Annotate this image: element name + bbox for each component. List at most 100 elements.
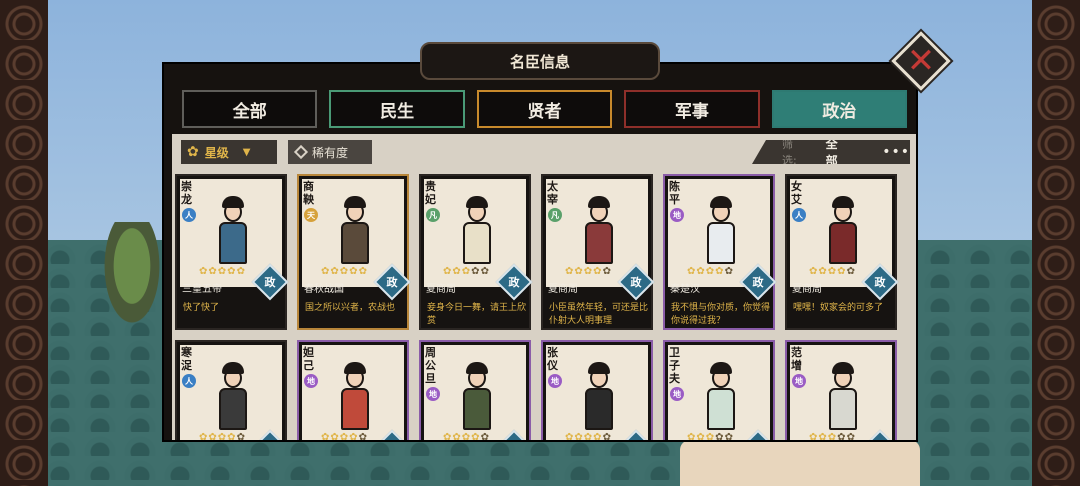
- politics-badge: 政: [752, 276, 764, 289]
- politics-badge: 政: [257, 439, 283, 440]
- star-icon: ✿: [480, 266, 489, 277]
- tier-badge: 凡: [548, 208, 562, 222]
- politics-badge: 政: [386, 276, 398, 289]
- tab-all[interactable]: 全部: [182, 90, 318, 128]
- minister-quote: 小臣虽然年轻，可还是比仆射大人明事理: [549, 303, 649, 326]
- star-icon: ✿: [837, 432, 846, 440]
- tab-military[interactable]: 军事: [624, 90, 760, 128]
- minister-name: 崇龙: [181, 180, 192, 206]
- minister-card[interactable]: 崇龙人 ✿ ✿ ✿ ✿ ✿ 政三皇五帝 快了快了: [175, 174, 289, 330]
- minister-list-area[interactable]: ✿ 星级 ▼ 稀有度 筛选: 全部 ••• 崇龙人 ✿ ✿ ✿ ✿ ✿ 政三皇五帝 快了快了商…: [172, 134, 916, 440]
- minister-card[interactable]: 范增地✿✿✿✿✿政: [785, 340, 899, 440]
- minister-name: 范增: [791, 346, 802, 372]
- minister-name: 陈平: [669, 180, 680, 206]
- star-icon: ✿: [687, 432, 696, 440]
- star-icon: ✿: [208, 266, 217, 277]
- star-icon: ✿: [846, 432, 855, 440]
- star-icon: ✿: [809, 432, 818, 440]
- star-icon: ✿: [330, 432, 339, 440]
- minister-era: 夏商周: [792, 284, 822, 295]
- minister-quote: 快了快了: [183, 303, 220, 313]
- politics-badge: 政: [745, 439, 771, 440]
- politics-badge: 政: [508, 276, 520, 289]
- minister-figure: [213, 196, 253, 266]
- left-pattern-border: [0, 0, 48, 486]
- star-icon: ✿: [837, 266, 846, 277]
- star-icon: ✿: [217, 266, 227, 277]
- star-icon: ✿: [358, 432, 367, 440]
- star-icon: ✿: [236, 432, 245, 440]
- star-icon: ✿: [574, 432, 583, 440]
- diamond-icon: [293, 144, 309, 160]
- minister-figure: [579, 362, 619, 432]
- minister-card[interactable]: 卫子夫地 ✿✿✿✿✿ 政: [663, 340, 777, 440]
- star-rating: ✿ ✿ ✿ ✿ ✿: [321, 432, 367, 440]
- minister-figure: [213, 362, 253, 432]
- minister-card[interactable]: 贵妃凡 ✿ ✿ ✿ ✿ ✿ 政夏商周 妾身今日一舞，请王上欣赏: [419, 174, 533, 330]
- tab-politics[interactable]: 政治: [771, 90, 908, 128]
- star-rating: ✿ ✿ ✿ ✿ ✿: [443, 432, 489, 440]
- tier-badge: 人: [182, 374, 196, 388]
- sort-rarity-label: 稀有度: [312, 145, 349, 160]
- minister-card[interactable]: 商鞅天 ✿ ✿ ✿ ✿ ✿ 政春秋战国 国之所以兴者，农战也: [297, 174, 411, 330]
- star-icon: ✿: [471, 432, 480, 440]
- close-button[interactable]: ✕: [884, 31, 952, 92]
- minister-era: 夏商周: [426, 284, 456, 295]
- star-icon: ✿: [321, 432, 330, 440]
- filter-bar: ✿ 星级 ▼ 稀有度 筛选: 全部 •••: [172, 134, 916, 168]
- star-icon: ✿: [217, 432, 227, 440]
- minister-figure: [701, 196, 741, 266]
- star-rating: ✿ ✿ ✿ ✿ ✿: [199, 432, 245, 440]
- star-rating: ✿ ✿ ✿ ✿ ✿: [199, 266, 245, 278]
- politics-badge: 政: [264, 276, 276, 289]
- minister-card[interactable]: 周公旦地✿✿✿✿✿政: [419, 340, 533, 440]
- sort-by-rarity-button[interactable]: 稀有度: [288, 140, 372, 164]
- flower-icon: ✿: [187, 144, 199, 160]
- sort-by-star-button[interactable]: ✿ 星级 ▼: [181, 140, 277, 164]
- minister-quote: 嘿嘿！奴家会的可多了: [793, 303, 884, 313]
- star-icon: ✿: [480, 432, 489, 440]
- star-icon: ✿: [583, 432, 593, 440]
- minister-figure: [335, 362, 375, 432]
- filter-dropdown[interactable]: 筛选: 全部 •••: [752, 140, 910, 164]
- tier-badge: 天: [304, 208, 318, 222]
- minister-name: 妲己: [303, 346, 314, 372]
- minister-era: 秦楚汉: [670, 284, 700, 295]
- minister-quote: 我不惧与你对质，你觉得你说得过我？: [671, 303, 771, 326]
- star-icon: ✿: [339, 432, 349, 440]
- politics-badge: 政: [623, 439, 649, 440]
- star-icon: ✿: [199, 432, 208, 440]
- star-rating: ✿ ✿ ✿ ✿ ✿: [687, 266, 733, 278]
- minister-card[interactable]: 张仪地✿✿✿✿✿政: [541, 340, 655, 440]
- star-icon: ✿: [602, 266, 611, 277]
- tier-badge: 地: [670, 387, 684, 401]
- minister-card[interactable]: 太宰凡 ✿ ✿ ✿ ✿ ✿ 政夏商周 小臣虽然年轻，可还是比仆射大人明事理: [541, 174, 655, 330]
- star-icon: ✿: [687, 266, 696, 277]
- minister-card[interactable]: 陈平地 ✿ ✿ ✿ ✿ ✿ 政秦楚汉 我不惧与你对质，你觉得你说得过我？: [663, 174, 777, 330]
- star-icon: ✿: [705, 432, 715, 440]
- star-rating: ✿ ✿ ✿ ✿ ✿: [687, 432, 733, 440]
- star-icon: ✿: [227, 266, 236, 277]
- star-icon: ✿: [339, 266, 349, 277]
- star-icon: ✿: [602, 432, 611, 440]
- more-options-icon[interactable]: •••: [882, 144, 910, 160]
- minister-quote: 国之所以兴者，农战也: [305, 303, 396, 313]
- title-plaque: 名臣信息: [420, 42, 660, 80]
- minister-quote: 妾身今日一舞，请王上欣赏: [427, 303, 527, 326]
- politics-badge: 政: [630, 276, 642, 289]
- star-icon: ✿: [827, 432, 837, 440]
- minister-card[interactable]: 寒浞人✿✿✿✿✿政: [175, 340, 289, 440]
- minister-card[interactable]: 妲己地✿✿✿✿✿政: [297, 340, 411, 440]
- star-rating: ✿ ✿ ✿ ✿ ✿: [809, 432, 855, 440]
- star-icon: ✿: [715, 432, 724, 440]
- star-icon: ✿: [705, 266, 715, 277]
- star-icon: ✿: [349, 432, 358, 440]
- star-icon: ✿: [818, 266, 827, 277]
- star-icon: ✿: [349, 266, 358, 277]
- minister-name: 贵妃: [425, 180, 436, 206]
- tab-sage[interactable]: 贤者: [476, 90, 613, 128]
- minister-card[interactable]: 女艾人 ✿ ✿ ✿ ✿ ✿ 政夏商周 嘿嘿！奴家会的可多了: [785, 174, 899, 330]
- minister-name: 卫子夫: [669, 346, 680, 385]
- star-icon: ✿: [583, 266, 593, 277]
- tab-livelihood[interactable]: 民生: [329, 90, 465, 128]
